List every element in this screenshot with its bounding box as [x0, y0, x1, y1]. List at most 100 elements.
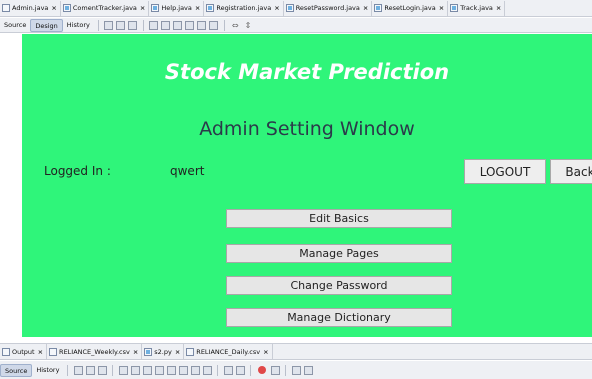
editor-tab-resetlogin[interactable]: ResetLogin.java × [372, 0, 449, 16]
toolbar-separator [223, 19, 225, 31]
output-tab-reliance-daily[interactable]: RELIANCE_Daily.csv × [184, 344, 273, 359]
logout-button[interactable]: LOGOUT [464, 159, 546, 184]
editor-tab-resetpassword[interactable]: ResetPassword.java × [284, 0, 373, 16]
editor-tab-help[interactable]: Help.java × [149, 0, 205, 16]
editor-tab-label: ComentTracker.java [72, 4, 137, 12]
form-file-icon [285, 4, 294, 12]
back-icon[interactable] [85, 365, 95, 375]
editor-tab-label: Help.java [161, 4, 192, 12]
editor-tab-admin[interactable]: Admin.java × [0, 0, 61, 16]
toolbar-separator [112, 364, 114, 376]
logged-in-label: Logged In : [44, 164, 111, 178]
logged-in-username: qwert [170, 164, 205, 178]
align-right-icon[interactable] [161, 20, 171, 30]
close-icon[interactable]: × [140, 4, 145, 12]
history-view-button[interactable]: History [32, 364, 63, 377]
last-edit-icon[interactable] [73, 365, 83, 375]
toggle-highlight-icon[interactable] [154, 365, 164, 375]
form-file-icon [62, 4, 71, 12]
admin-form-panel: Stock Market Prediction Admin Setting Wi… [22, 34, 592, 337]
toolbar-separator [142, 19, 144, 31]
form-file-icon [374, 4, 383, 12]
horizontal-resize-icon[interactable]: ⇔ [232, 21, 239, 30]
close-icon[interactable]: × [195, 4, 200, 12]
source-view-button[interactable]: Source [0, 19, 30, 32]
stop-macro-icon[interactable] [270, 365, 280, 375]
preview-design-icon[interactable] [128, 20, 138, 30]
close-icon[interactable]: × [175, 348, 180, 356]
editor-tab-label: Admin.java [12, 4, 49, 12]
output-tab-label: RELIANCE_Daily.csv [196, 347, 261, 356]
design-canvas: Stock Market Prediction Admin Setting Wi… [0, 34, 592, 341]
output-tab-output[interactable]: Output × [0, 344, 48, 359]
find-previous-icon[interactable] [130, 365, 140, 375]
forward-icon[interactable] [97, 365, 107, 375]
chart-icon[interactable] [303, 365, 313, 375]
editor-toolbar: Source Design History ⇔ ⇕ [0, 18, 592, 33]
history-view-button[interactable]: History [63, 19, 94, 32]
shift-line-left-icon[interactable] [166, 365, 176, 375]
editor-tab-label: ResetPassword.java [295, 4, 360, 12]
output-tab-reliance-weekly[interactable]: RELIANCE_Weekly.csv × [47, 344, 143, 359]
toolbar-separator [97, 19, 99, 31]
source-view-button[interactable]: Source [0, 363, 33, 377]
toggle-bookmark-icon[interactable] [190, 365, 200, 375]
output-window-icon [2, 347, 10, 356]
editor-tab-comenttracker[interactable]: ComentTracker.java × [61, 0, 150, 16]
output-tab-label: Output [12, 347, 35, 356]
close-icon[interactable]: × [263, 348, 268, 356]
back-button[interactable]: Back [550, 159, 592, 184]
editor-tab-label: ResetLogin.java [384, 4, 436, 12]
output-tab-s2-py[interactable]: s2.py × [142, 344, 185, 359]
editor-tab-label: Registration.java [216, 4, 272, 12]
form-file-icon [206, 4, 215, 12]
close-icon[interactable]: × [496, 4, 501, 12]
align-middle-icon[interactable] [209, 20, 219, 30]
close-icon[interactable]: × [363, 4, 368, 12]
align-left-icon[interactable] [149, 20, 159, 30]
java-file-icon [2, 4, 10, 12]
manage-pages-button[interactable]: Manage Pages [226, 244, 452, 263]
toolbar-separator [285, 364, 287, 376]
csv-file-icon [49, 347, 58, 356]
uncomment-icon[interactable] [235, 365, 245, 375]
output-tab-bar: Output × RELIANCE_Weekly.csv × s2.py × R… [0, 343, 592, 360]
editor-tab-bar: Admin.java × ComentTracker.java × Help.j… [0, 0, 592, 17]
editor-tab-track[interactable]: Track.java × [448, 0, 506, 16]
comment-icon[interactable] [223, 365, 233, 375]
window-title: Admin Setting Window [199, 118, 415, 140]
selection-mode-icon[interactable] [104, 20, 114, 30]
toggle-diff-icon[interactable] [291, 365, 301, 375]
output-toolbar: Source History [0, 361, 592, 379]
python-file-icon [144, 347, 153, 356]
editor-tab-label: Track.java [460, 4, 493, 12]
close-icon[interactable]: × [439, 4, 444, 12]
editor-tab-registration[interactable]: Registration.java × [204, 0, 284, 16]
toolbar-separator [250, 364, 252, 376]
find-next-icon[interactable] [142, 365, 152, 375]
align-center-icon[interactable] [173, 20, 183, 30]
align-top-icon[interactable] [185, 20, 195, 30]
close-icon[interactable]: × [133, 348, 138, 356]
output-tab-label: s2.py [154, 347, 172, 356]
change-password-button[interactable]: Change Password [226, 276, 452, 295]
shift-line-right-icon[interactable] [178, 365, 188, 375]
find-icon[interactable] [118, 365, 128, 375]
edit-basics-button[interactable]: Edit Basics [226, 209, 452, 228]
close-icon[interactable]: × [38, 348, 43, 356]
toolbar-separator [67, 364, 69, 376]
csv-file-icon [186, 347, 195, 356]
design-view-button[interactable]: Design [30, 18, 63, 32]
close-icon[interactable]: × [274, 4, 279, 12]
form-file-icon [151, 4, 160, 12]
form-file-icon [450, 4, 459, 12]
vertical-resize-icon[interactable]: ⇕ [245, 21, 252, 30]
start-macro-icon[interactable] [258, 366, 267, 374]
next-bookmark-icon[interactable] [202, 365, 212, 375]
close-icon[interactable]: × [51, 4, 56, 12]
manage-dictionary-button[interactable]: Manage Dictionary [226, 308, 452, 327]
connection-mode-icon[interactable] [116, 20, 126, 30]
output-tab-label: RELIANCE_Weekly.csv [59, 347, 130, 356]
align-bottom-icon[interactable] [197, 20, 207, 30]
app-title: Stock Market Prediction [164, 60, 450, 84]
